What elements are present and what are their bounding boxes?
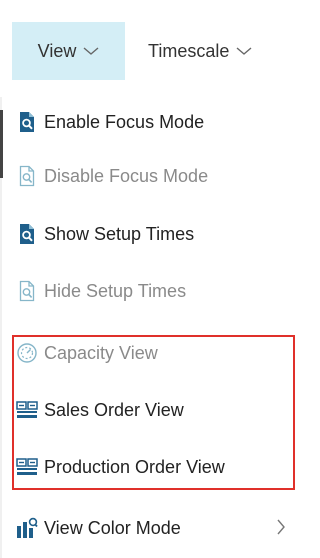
menu-item-label: View Color Mode [44, 517, 181, 538]
menu-item-label: Hide Setup Times [44, 280, 187, 301]
menu-item-production-order-view[interactable]: Production Order View [8, 444, 296, 490]
menu-item-enable-focus-mode[interactable]: Enable Focus Mode [8, 99, 296, 145]
ribbon-tab-bar: View Timescale [0, 0, 296, 97]
menu-item-show-setup-times[interactable]: Show Setup Times [8, 211, 296, 257]
menu-item-disable-focus-mode[interactable]: Disable Focus Mode [8, 153, 296, 199]
selection-marker [0, 110, 3, 178]
menu-item-label: Enable Focus Mode [44, 111, 205, 132]
focus-document-icon [16, 111, 38, 133]
menu-item-sales-order-view[interactable]: Sales Order View [8, 387, 296, 433]
view-tab-label: View [37, 40, 77, 61]
chevron-down-icon [236, 46, 252, 56]
focus-document-outline-icon [16, 280, 38, 302]
view-tab[interactable]: View [12, 22, 125, 80]
capacity-gauge-icon [16, 342, 38, 364]
color-mode-icon [16, 517, 38, 539]
order-grid-icon [16, 399, 38, 421]
menu-item-hide-setup-times[interactable]: Hide Setup Times [8, 268, 296, 314]
menu-item-label: Production Order View [44, 456, 225, 477]
timescale-tab[interactable]: Timescale [134, 22, 294, 80]
order-grid-icon [16, 456, 38, 478]
chevron-down-icon [83, 46, 99, 56]
chevron-right-icon [276, 519, 286, 540]
menu-item-capacity-view[interactable]: Capacity View [8, 330, 296, 376]
focus-document-icon [16, 223, 38, 245]
timescale-tab-label: Timescale [148, 40, 230, 61]
menu-item-label: Disable Focus Mode [44, 165, 209, 186]
menu-item-view-color-mode[interactable]: View Color Mode [8, 505, 296, 551]
focus-document-outline-icon [16, 165, 38, 187]
menu-item-label: Sales Order View [44, 399, 184, 420]
menu-item-label: Capacity View [44, 342, 158, 363]
view-dropdown-menu: Enable Focus Mode Disable Focus Mode Sho… [8, 97, 296, 558]
menu-item-label: Show Setup Times [44, 223, 195, 244]
